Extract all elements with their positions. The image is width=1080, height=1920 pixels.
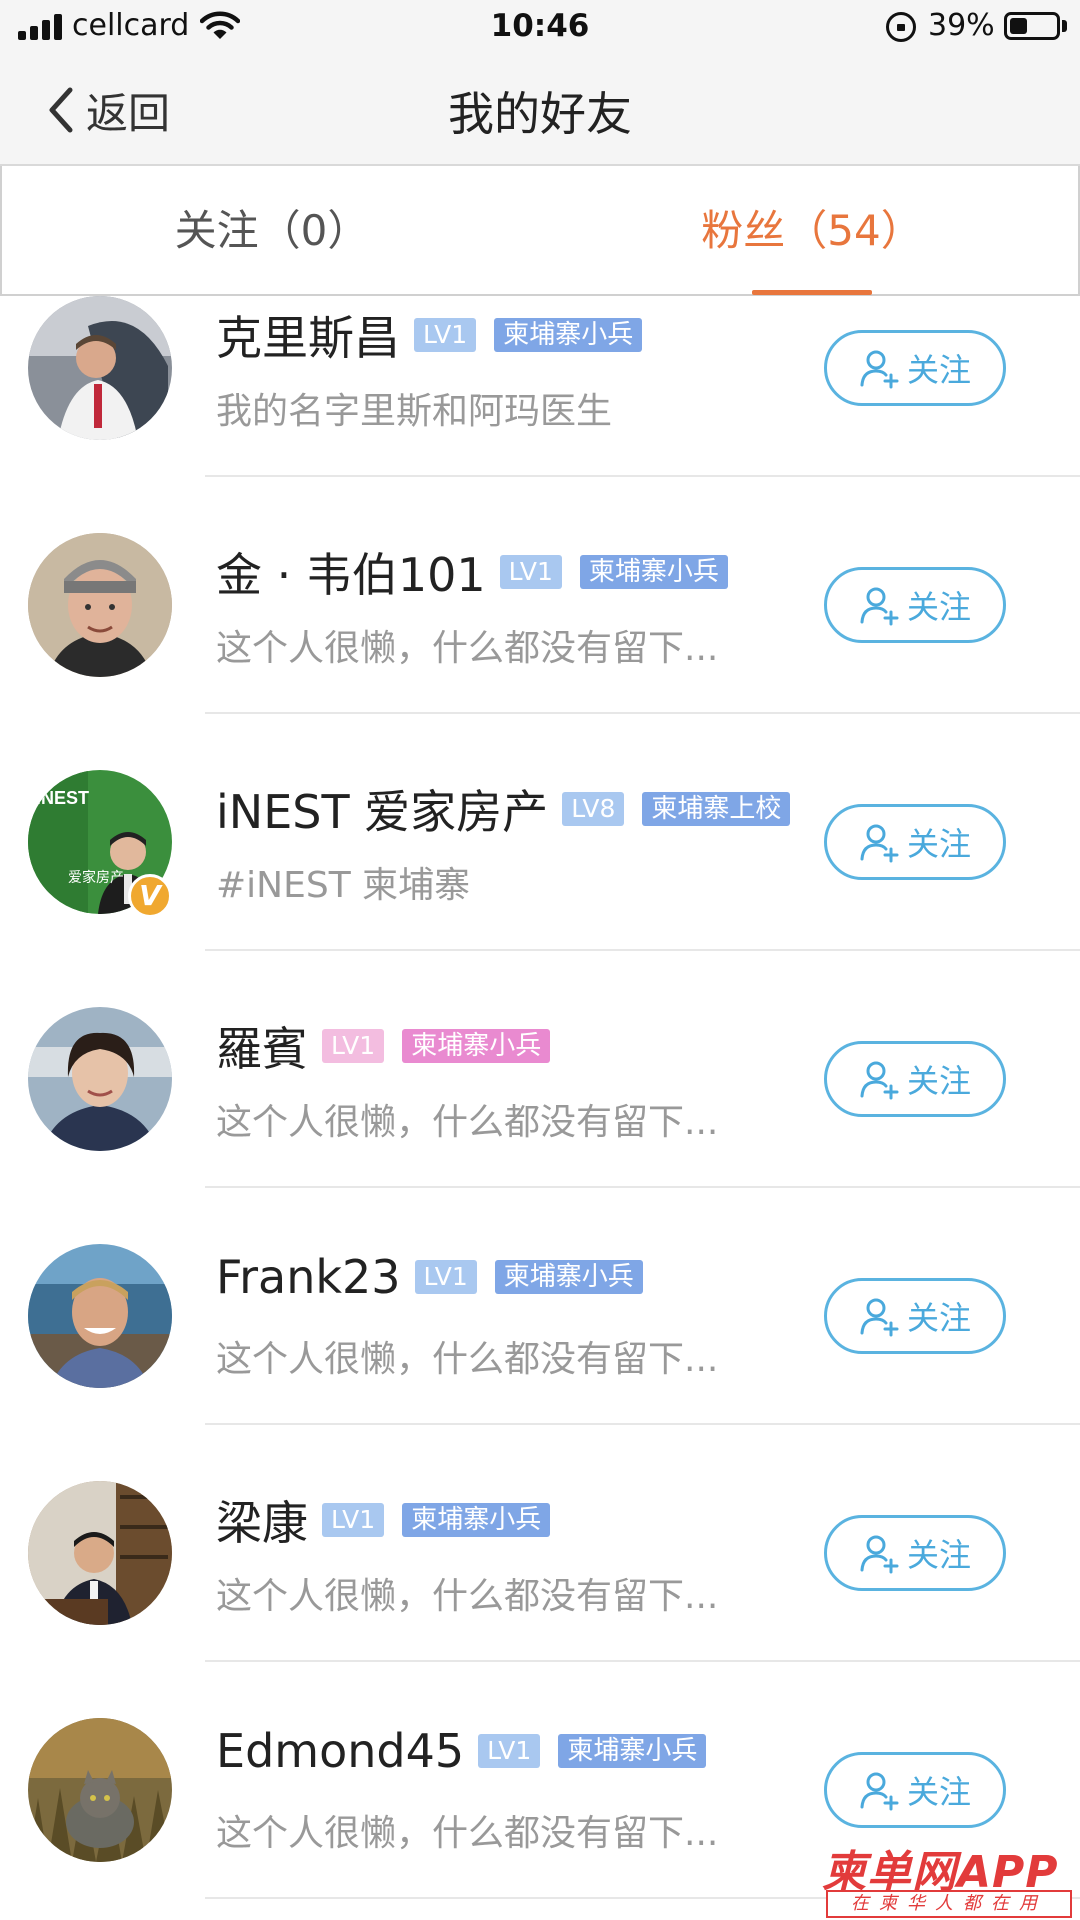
nav-bar: 返回 我的好友 bbox=[0, 54, 1080, 166]
add-user-icon bbox=[860, 1061, 899, 1100]
rank-badge: 柬埔寨小兵 bbox=[402, 1503, 551, 1537]
user-bio: 这个人很懒，什么都没有留下... bbox=[216, 1102, 719, 1143]
add-user-icon bbox=[860, 1772, 899, 1811]
user-name: 梁康 bbox=[216, 1496, 308, 1550]
page-title: 我的好友 bbox=[448, 87, 632, 141]
fan-row[interactable]: 金 · 韦伯101 LV1 柬埔寨小兵这个人很懒，什么都没有留下... 关注 bbox=[0, 477, 1080, 714]
battery-percent: 39% bbox=[928, 8, 995, 43]
avatar[interactable] bbox=[28, 1718, 172, 1862]
follow-label: 关注 bbox=[906, 1299, 971, 1337]
add-user-icon bbox=[860, 824, 899, 863]
follow-label: 关注 bbox=[906, 1062, 971, 1100]
rank-badge: 柬埔寨小兵 bbox=[402, 1029, 551, 1063]
svg-text:爱家房产: 爱家房产 bbox=[68, 869, 124, 886]
name-line: 羅賓 LV1 柬埔寨小兵 bbox=[216, 1013, 551, 1079]
fan-row[interactable]: 梁康 LV1 柬埔寨小兵这个人很懒，什么都没有留下... 关注 bbox=[0, 1425, 1080, 1662]
name-line: 金 · 韦伯101 LV1 柬埔寨小兵 bbox=[216, 539, 728, 605]
fan-row[interactable]: iNEST 爱家房产 ViNEST 爱家房产 LV8 柬埔寨上校 #iNEST 柬埔寨 关注 bbox=[0, 714, 1080, 951]
battery-nub bbox=[1062, 20, 1067, 32]
rank-badge: 柬埔寨小兵 bbox=[558, 1734, 707, 1768]
level-badge: LV1 bbox=[414, 318, 477, 352]
level-badge: LV1 bbox=[499, 555, 562, 589]
follow-button[interactable]: 关注 bbox=[824, 804, 1006, 880]
name-line: Frank23 LV1 柬埔寨小兵 bbox=[216, 1250, 643, 1304]
fan-row[interactable]: 克里斯昌 LV1 柬埔寨小兵我的名字里斯和阿玛医生 关注 bbox=[0, 240, 1080, 477]
user-bio: 这个人很懒，什么都没有留下... bbox=[216, 1339, 719, 1380]
follow-button[interactable]: 关注 bbox=[824, 1278, 1006, 1354]
name-line: 梁康 LV1 柬埔寨小兵 bbox=[216, 1487, 551, 1553]
rank-badge: 柬埔寨小兵 bbox=[494, 1260, 643, 1294]
battery-level-fill bbox=[1010, 18, 1027, 34]
user-bio: 这个人很懒，什么都没有留下... bbox=[216, 628, 719, 669]
status-bar: cellcard 10:46 39% bbox=[0, 0, 1080, 54]
orientation-lock-icon bbox=[886, 12, 916, 42]
rank-badge: 柬埔寨小兵 bbox=[494, 318, 643, 352]
avatar[interactable] bbox=[28, 533, 172, 677]
watermark-slogan: 在柬华人都在用 bbox=[826, 1890, 1072, 1918]
follow-label: 关注 bbox=[906, 825, 971, 863]
add-user-icon bbox=[860, 1298, 899, 1337]
avatar[interactable] bbox=[28, 1481, 172, 1625]
avatar[interactable] bbox=[28, 296, 172, 440]
add-user-icon bbox=[860, 587, 899, 626]
user-name: Frank23 bbox=[216, 1250, 401, 1304]
fan-row[interactable]: Frank23 LV1 柬埔寨小兵这个人很懒，什么都没有留下... 关注 bbox=[0, 1188, 1080, 1425]
level-badge: LV8 bbox=[562, 792, 625, 826]
user-bio: 这个人很懒，什么都没有留下... bbox=[216, 1576, 719, 1617]
rank-badge: 柬埔寨上校 bbox=[642, 792, 791, 826]
name-line: Edmond45 LV1 柬埔寨小兵 bbox=[216, 1724, 707, 1778]
user-name: Edmond45 bbox=[216, 1724, 465, 1778]
avatar[interactable] bbox=[28, 1244, 172, 1388]
clock: 10:46 bbox=[490, 8, 590, 44]
follow-label: 关注 bbox=[906, 351, 971, 389]
name-line: iNEST 爱家房产 LV8 柬埔寨上校 bbox=[216, 776, 791, 842]
follow-label: 关注 bbox=[906, 1773, 971, 1811]
follow-label: 关注 bbox=[906, 588, 971, 626]
level-badge: LV1 bbox=[322, 1503, 385, 1537]
svg-text:iNEST: iNEST bbox=[36, 788, 89, 808]
follow-button[interactable]: 关注 bbox=[824, 567, 1006, 643]
user-bio: #iNEST 柬埔寨 bbox=[216, 865, 471, 906]
follow-button[interactable]: 关注 bbox=[824, 1515, 1006, 1591]
rank-badge: 柬埔寨小兵 bbox=[579, 555, 728, 589]
app-watermark-logo: 柬单网APP 在柬华人都在用 bbox=[822, 1836, 1074, 1920]
level-badge: LV1 bbox=[414, 1260, 477, 1294]
follow-label: 关注 bbox=[906, 1536, 971, 1574]
user-bio: 这个人很懒，什么都没有留下... bbox=[216, 1813, 719, 1854]
user-name: iNEST 爱家房产 bbox=[216, 785, 549, 839]
follow-button[interactable]: 关注 bbox=[824, 1752, 1006, 1828]
add-user-icon bbox=[860, 350, 899, 389]
follow-button[interactable]: 关注 bbox=[824, 1041, 1006, 1117]
user-name: 克里斯昌 bbox=[216, 311, 400, 365]
avatar[interactable] bbox=[28, 1007, 172, 1151]
level-badge: LV1 bbox=[322, 1029, 385, 1063]
user-name: 羅賓 bbox=[216, 1022, 308, 1076]
fan-row[interactable]: 羅賓 LV1 柬埔寨小兵这个人很懒，什么都没有留下... 关注 bbox=[0, 951, 1080, 1188]
user-bio: 我的名字里斯和阿玛医生 bbox=[216, 391, 613, 432]
follow-button[interactable]: 关注 bbox=[824, 330, 1006, 406]
add-user-icon bbox=[860, 1535, 899, 1574]
name-line: 克里斯昌 LV1 柬埔寨小兵 bbox=[216, 302, 643, 368]
user-name: 金 · 韦伯101 bbox=[216, 548, 486, 602]
battery-icon bbox=[1004, 12, 1060, 40]
verified-badge-icon: V bbox=[128, 874, 172, 918]
level-badge: LV1 bbox=[478, 1734, 541, 1768]
